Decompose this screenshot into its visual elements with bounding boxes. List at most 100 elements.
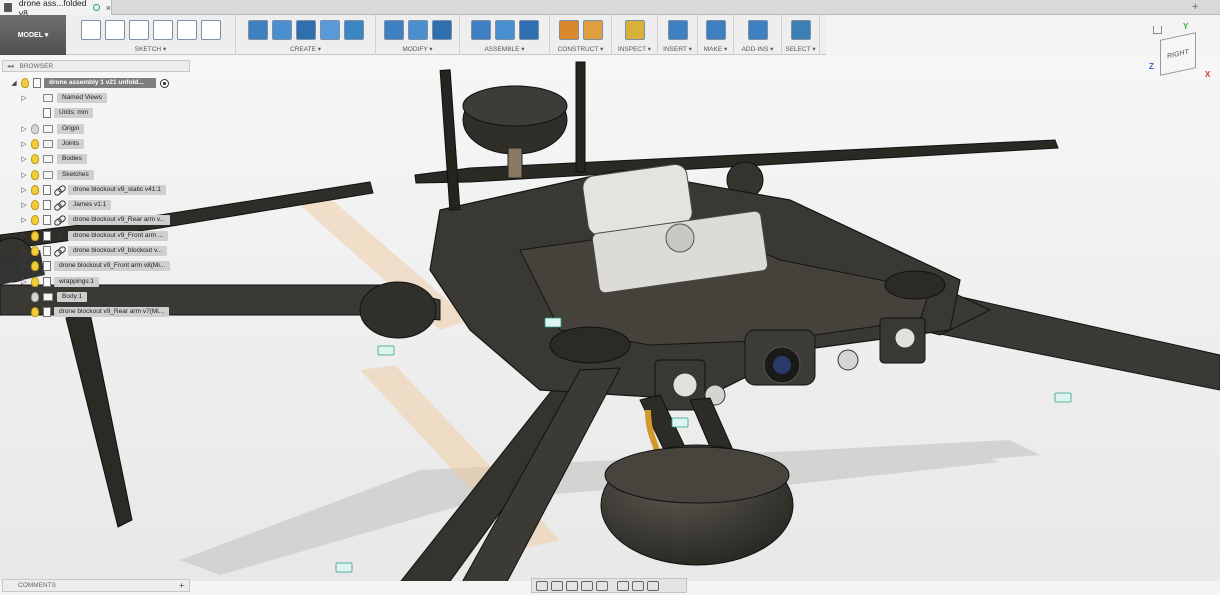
add-comment-icon[interactable]: + bbox=[179, 581, 184, 590]
expand-arrow-icon[interactable]: ▷ bbox=[20, 262, 28, 270]
browser-node[interactable]: ▷ wrappings:1 bbox=[20, 276, 100, 288]
plane-icon[interactable] bbox=[558, 20, 579, 40]
activate-radio-icon[interactable] bbox=[160, 78, 169, 88]
extrude-icon[interactable] bbox=[343, 20, 364, 40]
measure-icon[interactable] bbox=[624, 20, 645, 40]
display-settings-icon[interactable] bbox=[617, 580, 629, 591]
scripts-icon[interactable] bbox=[747, 20, 768, 40]
viewports-icon[interactable] bbox=[647, 580, 659, 591]
revolve-icon[interactable] bbox=[295, 20, 316, 40]
expand-arrow-icon[interactable]: ▷ bbox=[20, 232, 28, 240]
mirror-icon[interactable] bbox=[319, 20, 340, 40]
arc-icon[interactable] bbox=[104, 20, 125, 40]
expand-arrow-icon[interactable]: ▷ bbox=[20, 94, 28, 102]
visibility-bulb-icon[interactable] bbox=[31, 169, 39, 180]
browser-node[interactable]: ▷ Sketches bbox=[20, 169, 94, 181]
visibility-bulb-icon[interactable] bbox=[21, 78, 29, 88]
workspace-switcher[interactable]: MODEL ▾ bbox=[0, 15, 66, 55]
viewcube-face-right[interactable]: RIGHT bbox=[1160, 32, 1196, 76]
expand-arrow-icon[interactable]: ▷ bbox=[20, 308, 28, 316]
browser-node[interactable]: ▷ James v1:1 bbox=[20, 199, 112, 211]
fillet-icon[interactable] bbox=[407, 20, 428, 40]
spline-icon[interactable] bbox=[128, 20, 149, 40]
slot-icon[interactable] bbox=[152, 20, 173, 40]
visibility-bulb-icon[interactable] bbox=[31, 154, 39, 165]
expand-arrow-icon[interactable]: ▷ bbox=[20, 216, 28, 224]
orbit-icon[interactable] bbox=[536, 580, 548, 591]
fillet-sketch-icon[interactable] bbox=[200, 20, 221, 40]
expand-arrow-icon[interactable]: ▷ bbox=[20, 293, 28, 301]
collapse-arrow-icon[interactable]: ◢ bbox=[10, 79, 18, 87]
component-icon bbox=[43, 261, 51, 272]
visibility-bulb-icon[interactable] bbox=[31, 261, 39, 272]
browser-node[interactable]: ▷ Bodies bbox=[20, 153, 87, 165]
expand-arrow-icon[interactable]: ▷ bbox=[20, 155, 28, 163]
expand-arrow-icon[interactable]: ▷ bbox=[20, 247, 28, 255]
mirror-sketch-icon[interactable] bbox=[176, 20, 197, 40]
visibility-bulb-icon[interactable] bbox=[31, 246, 39, 256]
visibility-bulb-icon[interactable] bbox=[31, 138, 39, 149]
viewcube[interactable]: RIGHT Y Z X bbox=[1146, 22, 1214, 84]
toolbar-dropdown-create[interactable]: CREATE bbox=[236, 45, 375, 53]
visibility-bulb-icon[interactable] bbox=[31, 230, 39, 241]
box-icon[interactable] bbox=[247, 20, 268, 40]
toolbar-dropdown-sketch[interactable]: SKETCH bbox=[66, 45, 235, 53]
expand-arrow-icon[interactable]: ▷ bbox=[20, 278, 28, 286]
toolbar-dropdown-insert[interactable]: INSERT bbox=[658, 45, 697, 53]
toolbar-dropdown-assemble[interactable]: ASSEMBLE bbox=[460, 45, 549, 53]
visibility-bulb-icon[interactable] bbox=[31, 184, 39, 195]
expand-arrow-icon[interactable]: ▷ bbox=[20, 140, 28, 148]
toolbar-dropdown-inspect[interactable]: INSPECT bbox=[612, 45, 657, 53]
as-built-joint-icon[interactable] bbox=[518, 20, 539, 40]
combine-icon[interactable] bbox=[431, 20, 452, 40]
component-icon[interactable] bbox=[470, 20, 491, 40]
zoom-icon[interactable] bbox=[581, 580, 593, 591]
browser-panel-header[interactable]: ◂◂ BROWSER bbox=[2, 60, 190, 72]
insert-image-icon[interactable] bbox=[667, 20, 688, 40]
select-cursor-icon[interactable] bbox=[790, 20, 811, 40]
fit-icon[interactable] bbox=[596, 580, 608, 591]
browser-node[interactable]: ▷ Joints bbox=[20, 138, 84, 150]
visibility-bulb-icon[interactable] bbox=[31, 215, 39, 226]
new-tab-button[interactable]: + bbox=[1192, 1, 1198, 13]
expand-arrow-icon[interactable]: ▷ bbox=[20, 125, 28, 133]
browser-node[interactable]: ▷ drone blockout v9_Front arm v8(Mi... bbox=[20, 260, 171, 272]
browser-node[interactable]: ▷ drone blockout v9_static v41:1 bbox=[20, 184, 166, 196]
pan-icon[interactable] bbox=[566, 580, 578, 591]
press-pull-icon[interactable] bbox=[383, 20, 404, 40]
toolbar-dropdown-construct[interactable]: CONSTRUCT bbox=[550, 45, 611, 53]
browser-node[interactable]: Units: mm bbox=[20, 107, 94, 119]
browser-node[interactable]: ▷ drone blockout v9_blockout v... bbox=[20, 245, 168, 257]
browser-node[interactable]: ▷ drone blockout v9_Rear arm v... bbox=[20, 214, 171, 226]
browser-node[interactable]: ▷ drone blockout v9_Rear arm v7(Mi... bbox=[20, 306, 170, 318]
toolbar-dropdown-add-ins[interactable]: ADD-INS bbox=[734, 45, 781, 53]
toolbar-dropdown-select[interactable]: SELECT bbox=[782, 45, 819, 53]
close-tab-icon[interactable]: × bbox=[106, 3, 111, 13]
print-3d-icon[interactable] bbox=[705, 20, 726, 40]
visibility-bulb-icon[interactable] bbox=[31, 307, 39, 318]
joint-icon[interactable] bbox=[494, 20, 515, 40]
browser-node[interactable]: ▷ Named Views bbox=[20, 92, 107, 104]
browser-root-node[interactable]: ◢ drone assembly 1 v21 unfold... bbox=[10, 77, 169, 89]
sculpt-icon[interactable] bbox=[271, 20, 292, 40]
grid-settings-icon[interactable] bbox=[632, 580, 644, 591]
browser-node[interactable]: ▷ Origin bbox=[20, 123, 85, 135]
browser-node[interactable]: ▷ drone blockout v9_Front arm ... bbox=[20, 230, 169, 242]
visibility-bulb-icon[interactable] bbox=[31, 123, 39, 134]
toolbar-dropdown-modify[interactable]: MODIFY bbox=[376, 45, 459, 53]
offset-plane-icon[interactable] bbox=[582, 20, 603, 40]
look-at-icon[interactable] bbox=[551, 580, 563, 591]
collapse-panel-icon[interactable]: ◂◂ bbox=[7, 62, 14, 70]
toolbar-dropdown-make[interactable]: MAKE bbox=[698, 45, 733, 53]
comments-panel[interactable]: COMMENTS + bbox=[2, 579, 190, 592]
home-view-icon[interactable] bbox=[1153, 26, 1162, 34]
expand-arrow-icon[interactable]: ▷ bbox=[20, 171, 28, 179]
visibility-bulb-icon[interactable] bbox=[31, 200, 39, 211]
visibility-bulb-icon[interactable] bbox=[31, 291, 39, 302]
document-tab[interactable]: drone ass...folded v8 × bbox=[0, 0, 112, 18]
expand-arrow-icon[interactable]: ▷ bbox=[20, 201, 28, 209]
sketch-icon[interactable] bbox=[80, 20, 101, 40]
visibility-bulb-icon[interactable] bbox=[31, 276, 39, 287]
browser-node[interactable]: ▷ Body:1 bbox=[20, 291, 88, 303]
expand-arrow-icon[interactable]: ▷ bbox=[20, 186, 28, 194]
